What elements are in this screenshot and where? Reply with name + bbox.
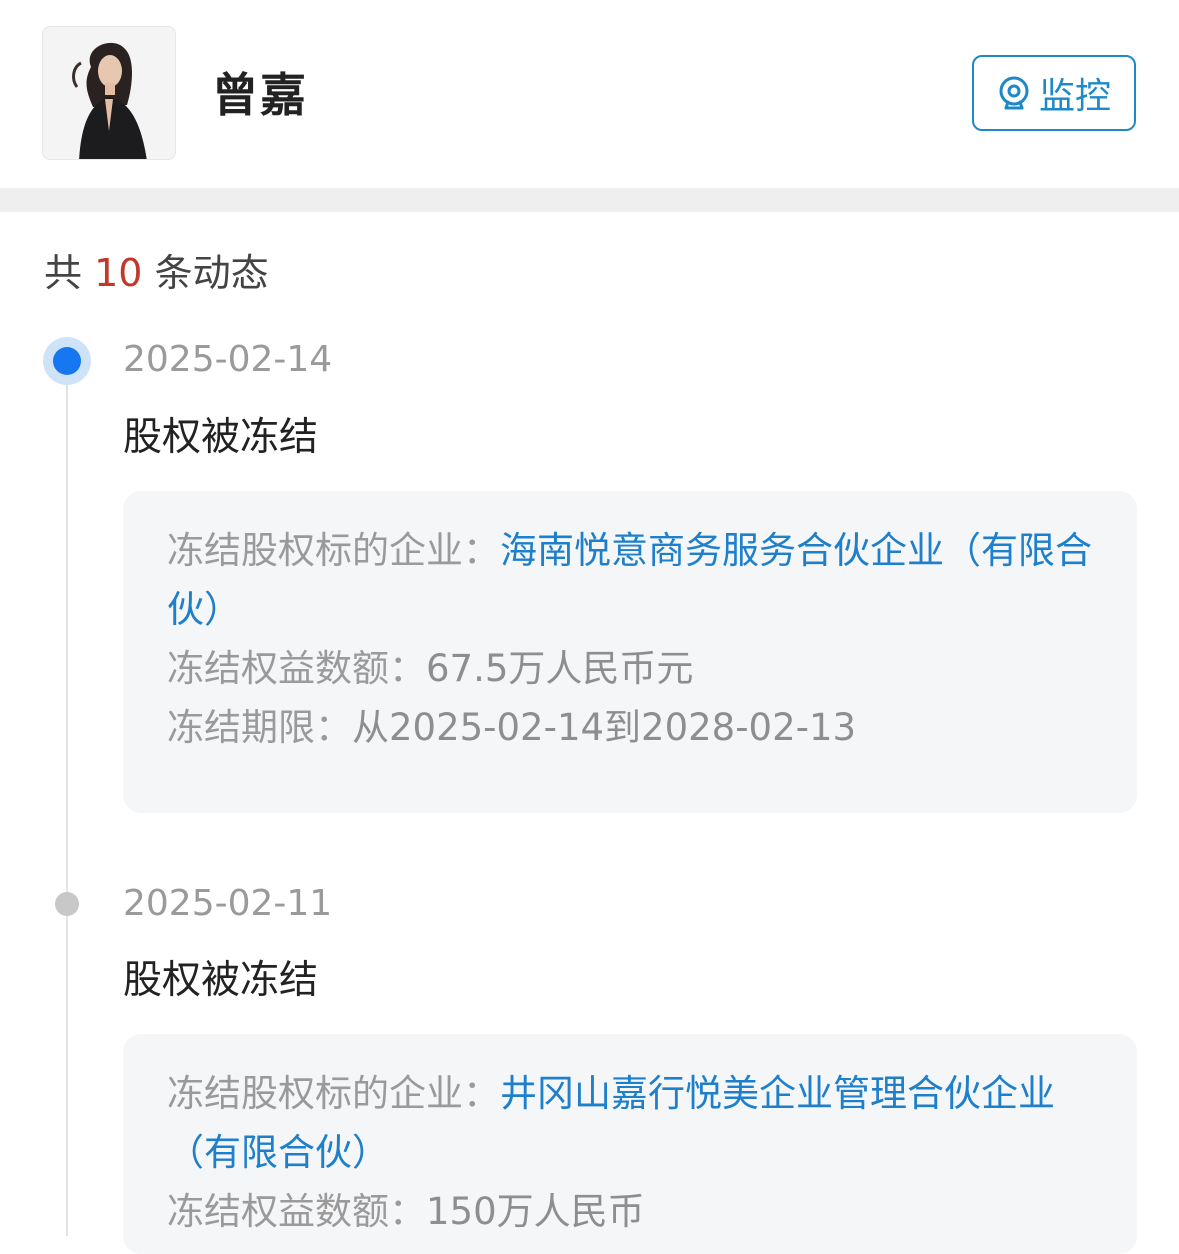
frozen-amount-label: 冻结权益数额： (167, 647, 426, 690)
frozen-company-row: 冻结股权标的企业：海南悦意商务服务合伙企业（有限合伙） (167, 521, 1093, 639)
avatar[interactable] (42, 26, 176, 160)
section-divider (0, 188, 1179, 212)
frozen-amount-label: 冻结权益数额： (167, 1190, 426, 1233)
count-prefix: 共 (44, 251, 83, 295)
person-name: 曾嘉 (212, 68, 308, 122)
event-date: 2025-02-14 (123, 339, 333, 380)
frozen-company-label: 冻结股权标的企业： (167, 529, 500, 572)
timeline-line (66, 370, 68, 1236)
monitor-button-label: 监控 (1038, 76, 1111, 117)
count-number: 10 (94, 251, 143, 295)
frozen-amount-value: 67.5万人民币元 (426, 647, 694, 690)
frozen-company-label: 冻结股权标的企业： (167, 1072, 500, 1115)
event-card: 冻结股权标的企业：海南悦意商务服务合伙企业（有限合伙） 冻结权益数额：67.5万… (123, 491, 1137, 813)
event-title: 股权被冻结 (123, 958, 319, 1003)
event-count: 共 10 条动态 (44, 248, 269, 298)
monitor-button[interactable]: 监控 (972, 55, 1136, 131)
event-date: 2025-02-11 (123, 883, 333, 924)
frozen-period-row: 冻结期限：从2025-02-14到2028-02-13 (167, 698, 1093, 757)
timeline-dot-active-center (53, 347, 81, 375)
frozen-period-value: 从2025-02-14到2028-02-13 (352, 706, 857, 749)
frozen-amount-row: 冻结权益数额：67.5万人民币元 (167, 639, 1093, 698)
event-card: 冻结股权标的企业：井冈山嘉行悦美企业管理合伙企业（有限合伙） 冻结权益数额：15… (123, 1034, 1137, 1254)
avatar-portrait (43, 27, 175, 159)
timeline-dot (55, 892, 79, 916)
eye-monitor-icon (999, 76, 1029, 110)
frozen-period-label: 冻结期限： (167, 706, 352, 749)
frozen-company-row: 冻结股权标的企业：井冈山嘉行悦美企业管理合伙企业（有限合伙） (167, 1064, 1093, 1182)
frozen-amount-row: 冻结权益数额：150万人民币 (167, 1182, 1093, 1241)
count-suffix: 条动态 (154, 251, 269, 295)
event-title: 股权被冻结 (123, 415, 319, 460)
profile-header: 曾嘉 监控 (0, 0, 1179, 188)
frozen-amount-value: 150万人民币 (426, 1190, 645, 1233)
